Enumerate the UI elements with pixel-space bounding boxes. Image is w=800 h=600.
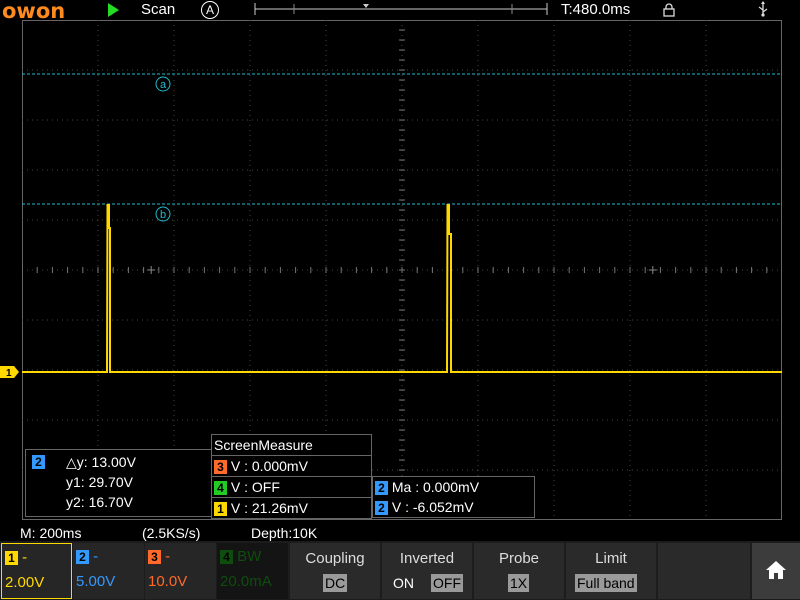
measure-row: 2 V : -6.052mV <box>372 497 535 518</box>
acquire-mode: Scan <box>141 1 176 18</box>
cursor-b-label: b <box>160 209 166 221</box>
inverted-menu[interactable]: Inverted ON OFF <box>382 543 472 599</box>
cursor-y2: y2: 16.70V <box>66 494 133 510</box>
svg-text:1: 1 <box>6 368 12 378</box>
inverted-label: Inverted <box>399 550 455 567</box>
cursor-y1: y1: 29.70V <box>66 474 133 490</box>
measure-row: 2 Ma : 0.000mV <box>372 476 535 498</box>
measure-row: 1 V : 21.26mV <box>211 498 372 519</box>
ch3-scale: 10.0V <box>148 573 188 590</box>
inverted-on-option[interactable]: ON <box>391 574 416 592</box>
measure-row: 3 V : 0.000mV <box>211 456 372 477</box>
play-icon[interactable] <box>108 3 119 17</box>
usb-icon <box>758 1 768 17</box>
empty-menu-slot <box>658 543 750 599</box>
memory-depth-readout: Depth:10K <box>251 525 318 541</box>
ch3-badge: 3 <box>148 550 161 564</box>
lock-icon <box>663 3 675 17</box>
coupling-menu[interactable]: Coupling DC <box>290 543 380 599</box>
limit-label: Limit <box>595 550 627 567</box>
probe-menu[interactable]: Probe 1X <box>474 543 564 599</box>
ch2-badge: 2 <box>76 550 89 564</box>
limit-menu[interactable]: Limit Full band <box>566 543 656 599</box>
coupling-label: Coupling <box>305 550 365 567</box>
coupling-option[interactable]: DC <box>323 574 348 592</box>
channel-badge: 2 <box>375 481 388 495</box>
limit-option[interactable]: Full band <box>575 574 637 592</box>
ch1-ground-marker[interactable]: 1 <box>0 366 20 378</box>
timebase-readout: M: 200ms <box>20 525 82 541</box>
measure-value: V : -6.052mV <box>391 499 474 515</box>
cursor-measure-panel: 2 △y: 13.00V y1: 29.70V y2: 16.70V <box>25 449 213 517</box>
ch4-settings[interactable]: 4 BW 20.0mA <box>217 543 288 599</box>
ch1-scale: 2.00V <box>5 574 45 591</box>
sample-rate-readout: (2.5KS/s) <box>142 525 201 541</box>
cursor-delta-y: △y: 13.00V <box>66 454 136 470</box>
ch4-scale: 20.0mA <box>220 573 272 590</box>
ch1-coupling: - <box>22 549 28 566</box>
cursor-channel-badge: 2 <box>32 455 45 469</box>
screen-measure-title: ScreenMeasure <box>211 434 372 456</box>
channel-badge: 1 <box>214 502 227 516</box>
ch4-coupling: BW <box>237 548 262 565</box>
measure-value: V : 21.26mV <box>230 500 308 516</box>
channel-badge: 3 <box>214 460 227 474</box>
home-icon <box>766 561 786 579</box>
channel-badge: 2 <box>375 501 388 515</box>
ch3-settings[interactable]: 3 - 10.0V <box>145 543 216 599</box>
measure-row: 4 V : OFF <box>211 477 372 498</box>
ch2-coupling: - <box>93 548 99 565</box>
inverted-off-option[interactable]: OFF <box>431 574 463 592</box>
ch4-badge: 4 <box>220 550 233 564</box>
measure-value: V : OFF <box>230 479 280 495</box>
ch3-coupling: - <box>165 548 171 565</box>
probe-option[interactable]: 1X <box>508 574 530 592</box>
cursor-a-label: a <box>160 79 167 91</box>
ch2-scale: 5.00V <box>76 573 116 590</box>
ch2-settings[interactable]: 2 - 5.00V <box>73 543 144 599</box>
measure-value: V : 0.000mV <box>230 458 308 474</box>
ch1-badge: 1 <box>5 551 18 565</box>
waveform-display[interactable]: a b <box>22 20 782 520</box>
channel-badge: 4 <box>214 481 227 495</box>
probe-label: Probe <box>498 550 540 567</box>
home-button[interactable] <box>752 543 800 599</box>
trigger-mode-indicator: A <box>201 1 219 19</box>
ch1-settings[interactable]: 1 - 2.00V <box>1 543 72 599</box>
measure-value: Ma : 0.000mV <box>391 479 480 495</box>
screen-measure-panel: ScreenMeasure 3 V : 0.000mV 4 V : OFF 1 … <box>211 434 372 519</box>
trigger-position-readout: T:480.0ms <box>561 1 631 18</box>
memory-position-bar[interactable] <box>254 2 548 16</box>
